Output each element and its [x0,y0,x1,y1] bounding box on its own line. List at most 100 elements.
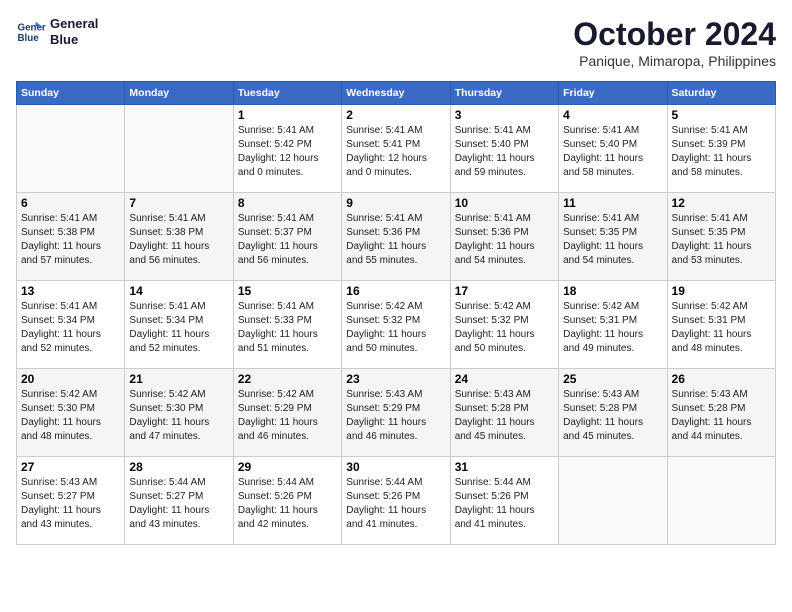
day-header-saturday: Saturday [667,82,775,105]
day-number: 25 [563,372,662,386]
day-number: 23 [346,372,445,386]
day-header-friday: Friday [559,82,667,105]
logo-icon: General Blue [16,17,46,47]
day-number: 3 [455,108,554,122]
day-number: 26 [672,372,771,386]
calendar-cell: 17Sunrise: 5:42 AM Sunset: 5:32 PM Dayli… [450,281,558,369]
day-info: Sunrise: 5:41 AM Sunset: 5:41 PM Dayligh… [346,124,445,180]
month-title: October 2024 [573,16,776,53]
calendar-cell: 21Sunrise: 5:42 AM Sunset: 5:30 PM Dayli… [125,369,233,457]
calendar-cell: 24 Sunrise: 5:43 AM Sunset: 5:28 PM Dayli… [450,369,558,457]
day-info: Sunrise: 5:41 AM Sunset: 5:35 PM Dayligh… [563,212,662,268]
day-number: 10 [455,196,554,210]
logo: General Blue General Blue [16,16,98,47]
day-info: Sunrise: 5:43 AM Sunset: 5:28 PM Dayligh… [455,388,554,444]
calendar-cell: 16 Sunrise: 5:42 AM Sunset: 5:32 PM Dayli… [342,281,450,369]
calendar-cell: 18Sunrise: 5:42 AM Sunset: 5:31 PM Dayli… [559,281,667,369]
day-info: Sunrise: 5:43 AM Sunset: 5:27 PM Dayligh… [21,476,120,532]
day-header-monday: Monday [125,82,233,105]
calendar-cell: 30 Sunrise: 5:44 AM Sunset: 5:26 PM Dayli… [342,457,450,545]
calendar-cell: 14Sunrise: 5:41 AM Sunset: 5:34 PM Dayli… [125,281,233,369]
calendar-cell: 15Sunrise: 5:41 AM Sunset: 5:33 PM Dayli… [233,281,341,369]
calendar-table: SundayMondayTuesdayWednesdayThursdayFrid… [16,81,776,545]
calendar-cell: 3Sunrise: 5:41 AM Sunset: 5:40 PM Daylig… [450,105,558,193]
calendar-cell: 7Sunrise: 5:41 AM Sunset: 5:38 PM Daylig… [125,193,233,281]
day-number: 20 [21,372,120,386]
calendar-cell [125,105,233,193]
calendar-cell: 26 Sunrise: 5:43 AM Sunset: 5:28 PM Dayli… [667,369,775,457]
calendar-cell: 2 Sunrise: 5:41 AM Sunset: 5:41 PM Daylig… [342,105,450,193]
calendar-week-2: 6 Sunrise: 5:41 AM Sunset: 5:38 PM Daylig… [17,193,776,281]
header: General Blue General Blue October 2024 P… [16,16,776,69]
day-info: Sunrise: 5:42 AM Sunset: 5:32 PM Dayligh… [455,300,554,356]
calendar-week-5: 27Sunrise: 5:43 AM Sunset: 5:27 PM Dayli… [17,457,776,545]
day-info: Sunrise: 5:44 AM Sunset: 5:27 PM Dayligh… [129,476,228,532]
day-number: 31 [455,460,554,474]
day-number: 2 [346,108,445,122]
calendar-cell: 27Sunrise: 5:43 AM Sunset: 5:27 PM Dayli… [17,457,125,545]
day-number: 1 [238,108,337,122]
calendar-week-4: 20 Sunrise: 5:42 AM Sunset: 5:30 PM Dayli… [17,369,776,457]
day-number: 5 [672,108,771,122]
day-number: 19 [672,284,771,298]
calendar-cell: 1 Sunrise: 5:41 AM Sunset: 5:42 PM Daylig… [233,105,341,193]
logo-text-line1: General [50,16,98,32]
day-number: 30 [346,460,445,474]
day-info: Sunrise: 5:42 AM Sunset: 5:31 PM Dayligh… [563,300,662,356]
day-info: Sunrise: 5:41 AM Sunset: 5:38 PM Dayligh… [21,212,120,268]
day-info: Sunrise: 5:42 AM Sunset: 5:30 PM Dayligh… [21,388,120,444]
calendar-cell: 6 Sunrise: 5:41 AM Sunset: 5:38 PM Daylig… [17,193,125,281]
day-info: Sunrise: 5:41 AM Sunset: 5:40 PM Dayligh… [563,124,662,180]
calendar-cell [667,457,775,545]
day-number: 9 [346,196,445,210]
calendar-cell [559,457,667,545]
title-area: October 2024 Panique, Mimaropa, Philippi… [573,16,776,69]
calendar-cell: 23 Sunrise: 5:43 AM Sunset: 5:29 PM Dayli… [342,369,450,457]
svg-text:General: General [18,22,47,33]
calendar-cell: 11 Sunrise: 5:41 AM Sunset: 5:35 PM Dayli… [559,193,667,281]
calendar-cell: 20 Sunrise: 5:42 AM Sunset: 5:30 PM Dayli… [17,369,125,457]
calendar-cell: 28 Sunrise: 5:44 AM Sunset: 5:27 PM Dayli… [125,457,233,545]
day-number: 4 [563,108,662,122]
day-header-wednesday: Wednesday [342,82,450,105]
day-info: Sunrise: 5:41 AM Sunset: 5:35 PM Dayligh… [672,212,771,268]
day-info: Sunrise: 5:44 AM Sunset: 5:26 PM Dayligh… [346,476,445,532]
day-number: 28 [129,460,228,474]
day-number: 8 [238,196,337,210]
calendar-cell: 8 Sunrise: 5:41 AM Sunset: 5:37 PM Daylig… [233,193,341,281]
day-info: Sunrise: 5:43 AM Sunset: 5:28 PM Dayligh… [672,388,771,444]
day-info: Sunrise: 5:41 AM Sunset: 5:39 PM Dayligh… [672,124,771,180]
day-header-tuesday: Tuesday [233,82,341,105]
calendar-cell: 19 Sunrise: 5:42 AM Sunset: 5:31 PM Dayli… [667,281,775,369]
day-info: Sunrise: 5:41 AM Sunset: 5:37 PM Dayligh… [238,212,337,268]
calendar-week-3: 13Sunrise: 5:41 AM Sunset: 5:34 PM Dayli… [17,281,776,369]
day-info: Sunrise: 5:43 AM Sunset: 5:29 PM Dayligh… [346,388,445,444]
calendar-cell: 13Sunrise: 5:41 AM Sunset: 5:34 PM Dayli… [17,281,125,369]
day-number: 29 [238,460,337,474]
day-info: Sunrise: 5:44 AM Sunset: 5:26 PM Dayligh… [238,476,337,532]
day-info: Sunrise: 5:42 AM Sunset: 5:32 PM Dayligh… [346,300,445,356]
calendar-cell: 22Sunrise: 5:42 AM Sunset: 5:29 PM Dayli… [233,369,341,457]
day-info: Sunrise: 5:42 AM Sunset: 5:31 PM Dayligh… [672,300,771,356]
day-number: 7 [129,196,228,210]
calendar-cell [17,105,125,193]
day-info: Sunrise: 5:44 AM Sunset: 5:26 PM Dayligh… [455,476,554,532]
calendar-cell: 12 Sunrise: 5:41 AM Sunset: 5:35 PM Dayli… [667,193,775,281]
day-header-thursday: Thursday [450,82,558,105]
calendar-cell: 29 Sunrise: 5:44 AM Sunset: 5:26 PM Dayli… [233,457,341,545]
day-info: Sunrise: 5:41 AM Sunset: 5:34 PM Dayligh… [21,300,120,356]
location-subtitle: Panique, Mimaropa, Philippines [573,53,776,69]
calendar-week-1: 1 Sunrise: 5:41 AM Sunset: 5:42 PM Daylig… [17,105,776,193]
calendar-cell: 25Sunrise: 5:43 AM Sunset: 5:28 PM Dayli… [559,369,667,457]
day-number: 6 [21,196,120,210]
day-info: Sunrise: 5:41 AM Sunset: 5:42 PM Dayligh… [238,124,337,180]
day-number: 11 [563,196,662,210]
day-number: 24 [455,372,554,386]
day-info: Sunrise: 5:42 AM Sunset: 5:29 PM Dayligh… [238,388,337,444]
day-number: 16 [346,284,445,298]
calendar-cell: 9Sunrise: 5:41 AM Sunset: 5:36 PM Daylig… [342,193,450,281]
calendar-cell: 4 Sunrise: 5:41 AM Sunset: 5:40 PM Daylig… [559,105,667,193]
day-number: 21 [129,372,228,386]
day-number: 14 [129,284,228,298]
day-number: 12 [672,196,771,210]
